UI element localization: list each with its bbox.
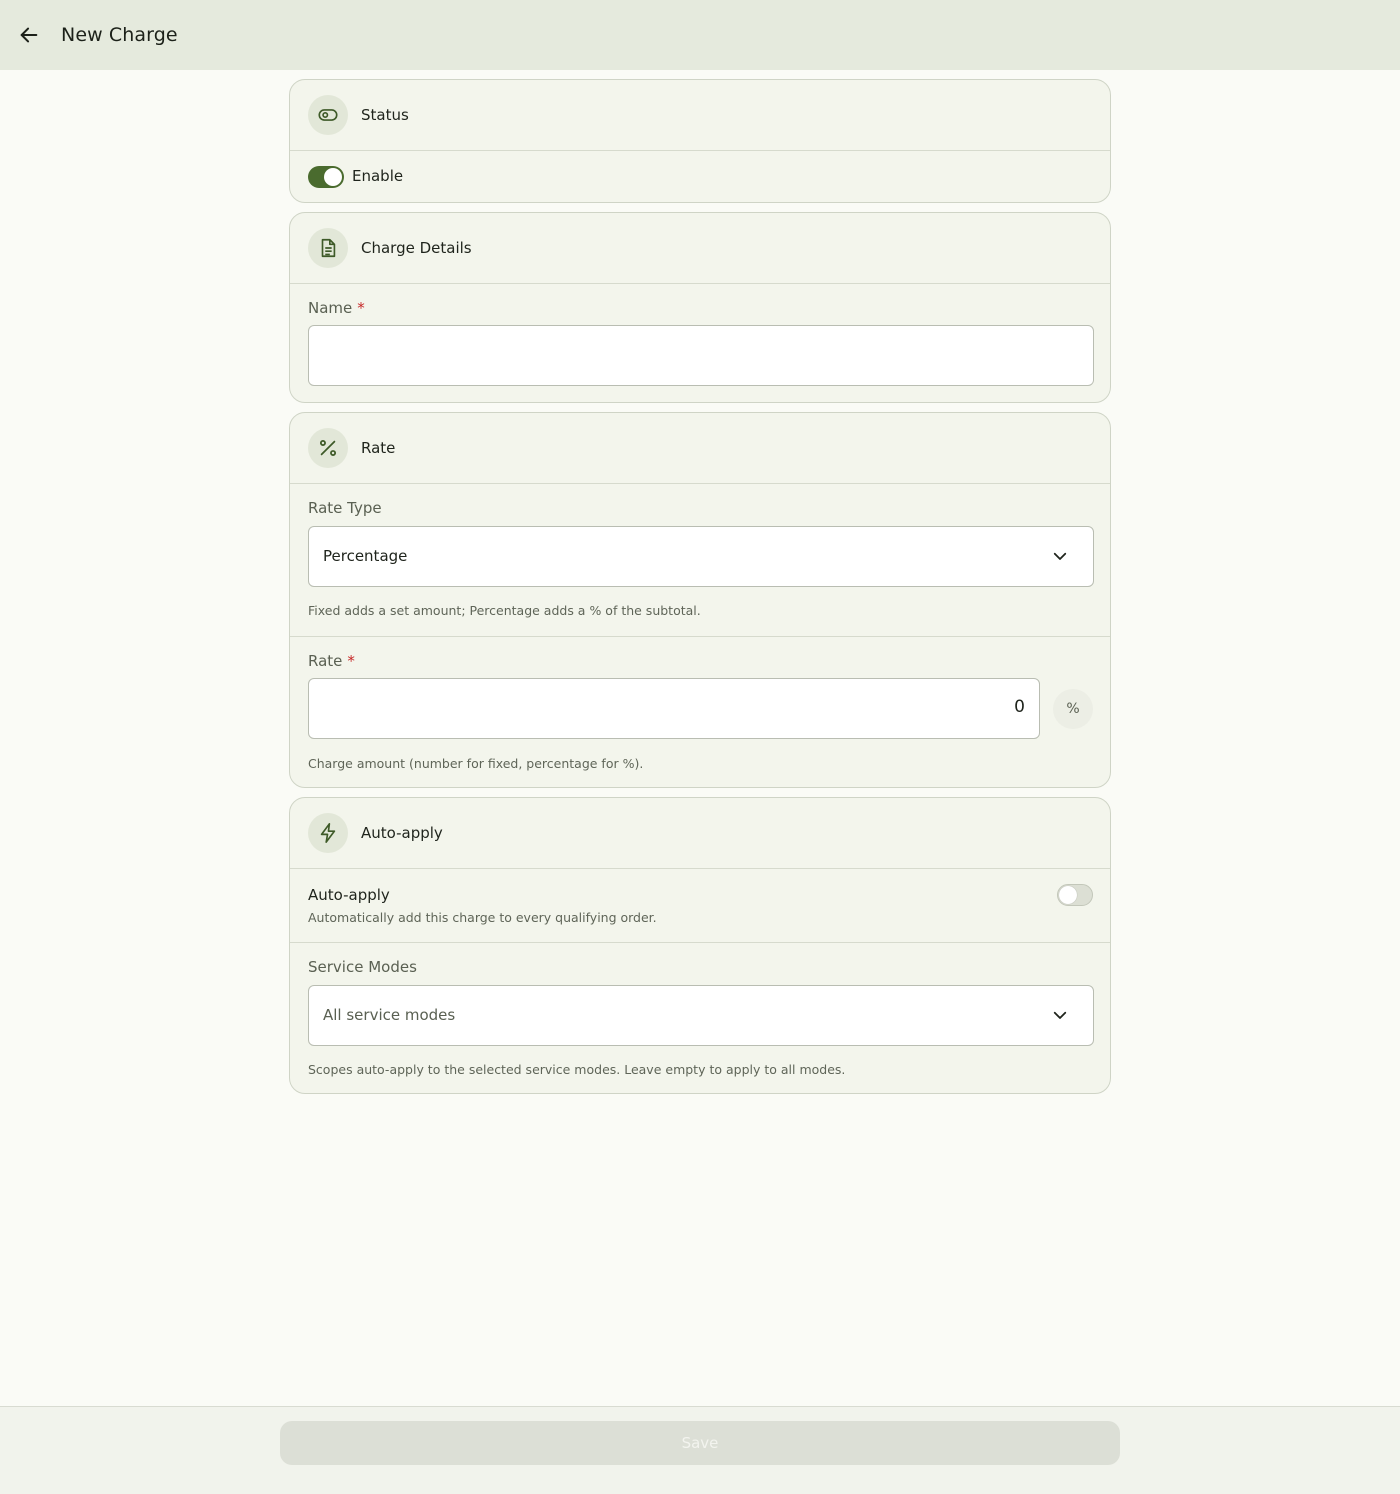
status-section: Enable (290, 151, 1110, 202)
rate-input[interactable]: 0 (308, 678, 1040, 739)
enable-label: Enable (352, 167, 404, 185)
page-title: New Charge (61, 24, 178, 46)
chevron-down-icon (1053, 552, 1067, 560)
save-button[interactable]: Save (280, 1421, 1120, 1465)
rate-type-select[interactable]: Percentage (308, 526, 1094, 587)
back-button[interactable] (9, 15, 49, 55)
status-card-title: Status (361, 106, 409, 124)
rate-label-text: Rate (308, 652, 343, 670)
rate-input-value: 0 (1014, 697, 1025, 717)
rate-helper: Charge amount (number for fixed, percent… (308, 756, 644, 771)
status-card-header: Status (290, 80, 1110, 151)
rate-card-title: Rate (361, 439, 396, 457)
enable-toggle[interactable] (308, 166, 344, 188)
toggle-knob (324, 168, 342, 186)
name-label: Name * (308, 299, 365, 317)
rate-suffix-badge: % (1053, 689, 1093, 729)
auto-apply-title: Auto-apply (361, 824, 443, 842)
status-card: Status Enable (289, 79, 1111, 203)
required-mark: * (357, 299, 365, 317)
auto-apply-toggle[interactable] (1057, 884, 1093, 906)
chevron-down-icon (1053, 1011, 1067, 1019)
name-label-text: Name (308, 299, 353, 317)
service-modes-select[interactable]: All service modes (308, 985, 1094, 1046)
rate-type-value: Percentage (323, 547, 408, 565)
charge-details-title: Charge Details (361, 239, 472, 257)
status-icon-circle (308, 95, 348, 135)
arrow-left-icon (20, 27, 38, 43)
details-icon-circle (308, 228, 348, 268)
rate-suffix: % (1066, 701, 1080, 717)
auto-apply-toggle-label: Auto-apply (308, 886, 390, 904)
charge-details-header: Charge Details (290, 213, 1110, 284)
toggle-knob (1059, 886, 1077, 904)
service-modes-label: Service Modes (308, 958, 417, 976)
name-section: Name * (290, 284, 1110, 402)
required-mark: * (347, 652, 355, 670)
lightning-icon (320, 823, 336, 843)
rate-type-label: Rate Type (308, 499, 382, 517)
rate-type-section: Rate Type Percentage Fixed adds a set am… (290, 484, 1110, 636)
rate-icon-circle (308, 428, 348, 468)
auto-apply-toggle-desc: Automatically add this charge to every q… (308, 910, 657, 925)
document-icon (321, 238, 336, 258)
top-app-bar: New Charge (0, 0, 1400, 70)
service-modes-helper: Scopes auto-apply to the selected servic… (308, 1062, 846, 1077)
rate-label: Rate * (308, 652, 355, 670)
name-input[interactable] (308, 325, 1094, 386)
auto-apply-header: Auto-apply (290, 798, 1110, 869)
rate-card-header: Rate (290, 413, 1110, 484)
auto-apply-toggle-section: Auto-apply Automatically add this charge… (290, 869, 1110, 942)
service-modes-section: Service Modes All service modes Scopes a… (290, 942, 1110, 1093)
eye-icon (318, 109, 338, 121)
service-modes-placeholder: All service modes (323, 1006, 456, 1024)
auto-apply-card: Auto-apply Auto-apply Automatically add … (289, 797, 1111, 1094)
rate-type-helper: Fixed adds a set amount; Percentage adds… (308, 603, 701, 618)
auto-apply-icon-circle (308, 813, 348, 853)
footer-bar: Save (0, 1406, 1400, 1494)
rate-card: Rate Rate Type Percentage Fixed adds a s… (289, 412, 1111, 788)
rate-value-section: Rate * 0 % Charge amount (number for fixe… (290, 636, 1110, 787)
charge-details-card: Charge Details Name * (289, 212, 1111, 403)
percent-icon (319, 439, 337, 457)
